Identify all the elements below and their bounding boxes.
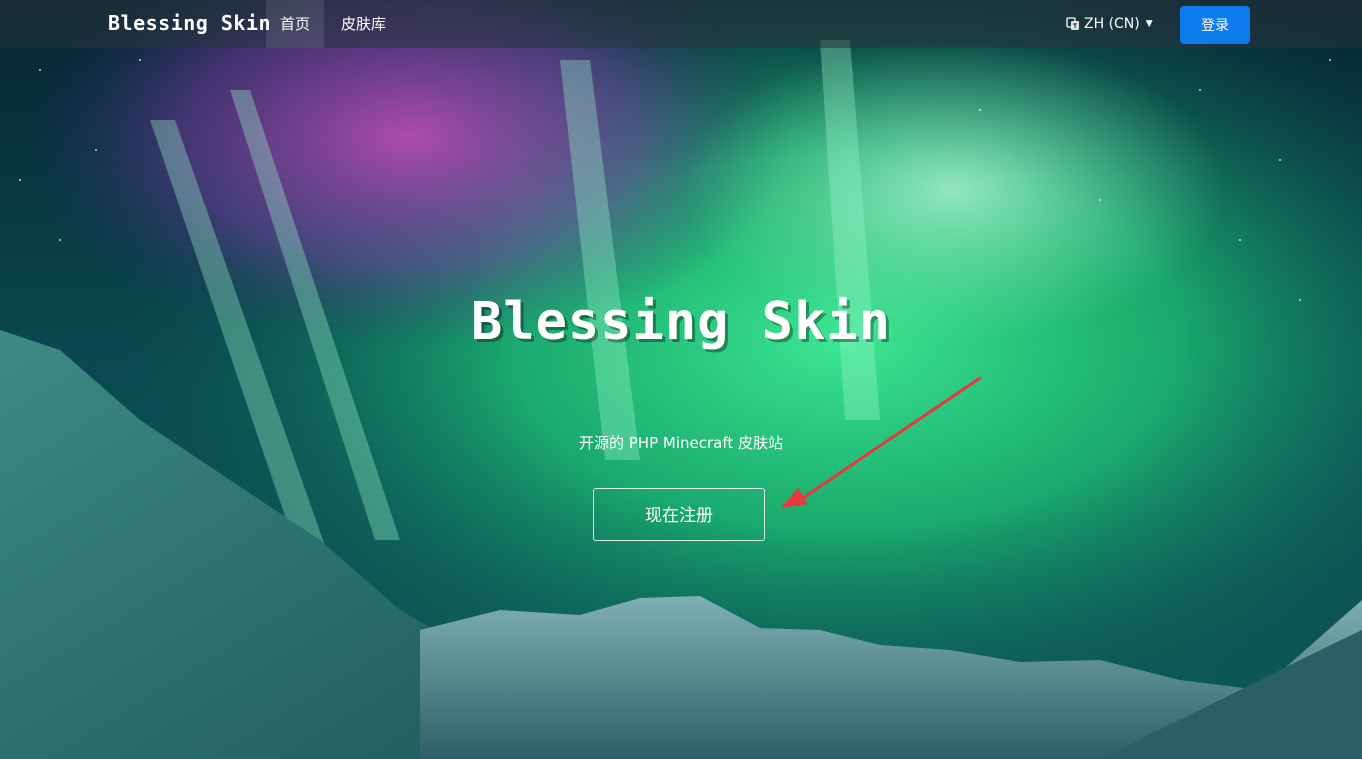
aurora-background: [0, 0, 1362, 759]
language-label: ZH (CN): [1084, 16, 1140, 32]
register-button[interactable]: 现在注册: [593, 488, 765, 541]
nav-item-home[interactable]: 首页: [266, 0, 325, 48]
hero-subtitle: 开源的 PHP Minecraft 皮肤站: [578, 434, 784, 452]
login-button[interactable]: 登录: [1180, 6, 1250, 44]
top-navbar: Blessing Skin 首页 皮肤库 ZH (CN) ▼ 登录: [0, 0, 1362, 48]
translate-icon: [1066, 17, 1079, 30]
hero-title: Blessing Skin: [471, 292, 891, 352]
language-selector[interactable]: ZH (CN) ▼: [1066, 0, 1153, 48]
nav-item-skin-library[interactable]: 皮肤库: [327, 0, 400, 48]
brand-logo[interactable]: Blessing Skin: [108, 11, 271, 35]
caret-down-icon: ▼: [1145, 19, 1153, 29]
page: Blessing Skin 首页 皮肤库 ZH (CN) ▼ 登录 Blessi…: [0, 0, 1362, 759]
